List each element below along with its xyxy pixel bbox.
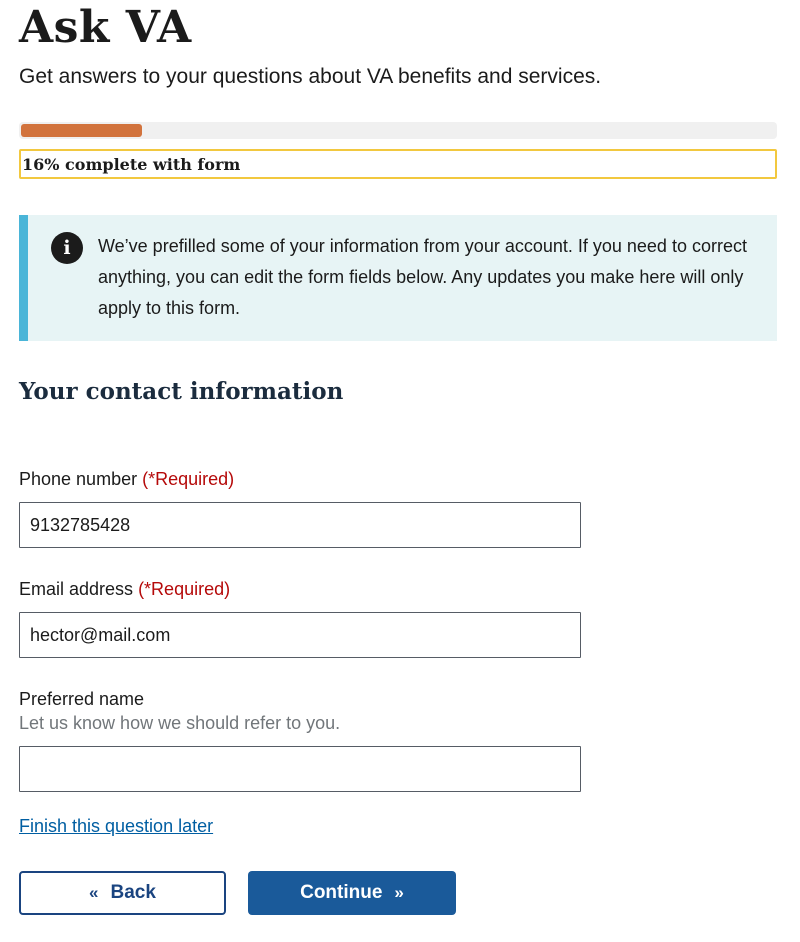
page-title: Ask VA	[19, 2, 192, 53]
phone-field-group: Phone number (*Required)	[19, 467, 581, 548]
chevron-double-right-icon: »	[394, 883, 404, 902]
phone-label-text: Phone number	[19, 469, 138, 489]
preferred-name-field-group: Preferred name Let us know how we should…	[19, 687, 581, 792]
email-field-group: Email address (*Required)	[19, 577, 581, 658]
back-button[interactable]: « Back	[19, 871, 226, 915]
progress-bar-fill	[21, 124, 142, 137]
finish-later-link[interactable]: Finish this question later	[19, 816, 213, 837]
progress-label: 16% complete with form	[22, 154, 241, 174]
alert-text: We’ve prefilled some of your information…	[98, 236, 747, 318]
continue-button-label: Continue	[300, 882, 383, 903]
email-label-text: Email address	[19, 579, 134, 599]
progress-label-box: 16% complete with form	[19, 149, 777, 179]
back-button-label: Back	[110, 882, 156, 903]
email-input[interactable]	[19, 612, 581, 658]
preferred-name-hint: Let us know how we should refer to you.	[19, 713, 341, 733]
prefill-info-alert: i We’ve prefilled some of your informati…	[19, 215, 777, 341]
preferred-name-label: Preferred name	[19, 689, 145, 709]
section-heading: Your contact information	[19, 378, 344, 405]
chevron-double-left-icon: «	[89, 883, 99, 902]
continue-button[interactable]: Continue »	[248, 871, 456, 915]
phone-label: Phone number (*Required)	[19, 467, 581, 491]
email-label: Email address (*Required)	[19, 577, 581, 601]
phone-required-text: (*Required)	[142, 469, 235, 489]
preferred-name-input[interactable]	[19, 746, 581, 792]
page-subtitle: Get answers to your questions about VA b…	[19, 65, 602, 88]
phone-input[interactable]	[19, 502, 581, 548]
progress-bar	[19, 122, 777, 139]
info-icon: i	[51, 232, 83, 264]
email-required-text: (*Required)	[138, 579, 231, 599]
